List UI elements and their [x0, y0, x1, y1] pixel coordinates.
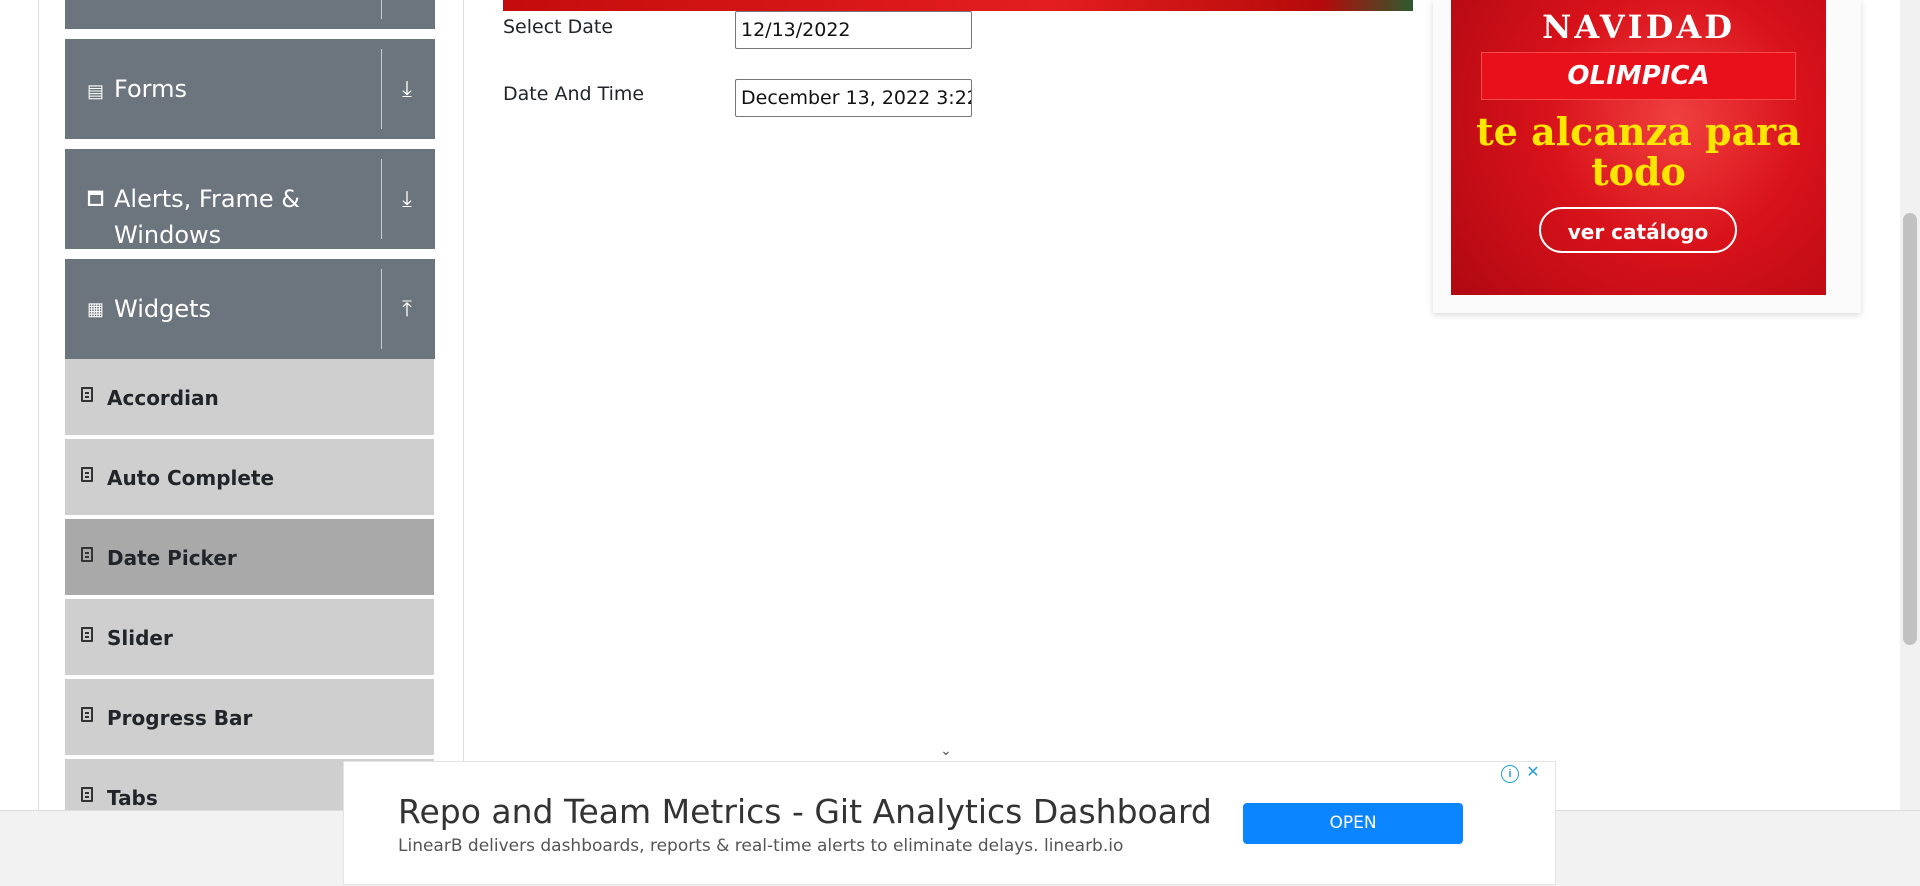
menu-item-date-picker[interactable]: Date Picker — [65, 519, 434, 597]
sidebar-group-forms[interactable]: ▤ Forms ⤓ — [65, 39, 435, 139]
bottom-ad[interactable]: Repo and Team Metrics - Git Analytics Da… — [343, 761, 1556, 885]
html5-icon — [81, 387, 93, 402]
window-icon: 🗖 — [87, 189, 105, 209]
group-label: Alerts, Frame & Windows — [114, 185, 301, 249]
info-icon[interactable]: i — [1501, 765, 1519, 783]
separator — [381, 0, 382, 19]
select-date-input[interactable]: 12/13/2022 — [735, 11, 972, 49]
date-time-input[interactable]: December 13, 2022 3:22 PM — [735, 79, 972, 117]
ad-headline: NAVIDAD — [1542, 8, 1735, 46]
html5-icon — [81, 547, 93, 562]
download-arrow-icon[interactable]: ⤓ — [389, 181, 425, 217]
group-label: Widgets — [114, 295, 212, 323]
menu-item-label: Progress Bar — [107, 706, 253, 730]
scrollbar-thumb[interactable] — [1903, 213, 1917, 645]
ad-open-button[interactable]: OPEN — [1243, 803, 1463, 844]
sidebar-group-alerts[interactable]: 🗖 Alerts, Frame & Windows ⤓ — [65, 149, 435, 249]
menu-item-progress-bar[interactable]: Progress Bar — [65, 679, 434, 757]
html5-icon — [81, 707, 93, 722]
download-arrow-icon[interactable]: ⤓ — [389, 71, 425, 107]
group-label: Forms — [114, 75, 187, 103]
menu-item-label: Slider — [107, 626, 173, 650]
menu-item-slider[interactable]: Slider — [65, 599, 434, 677]
html5-icon — [81, 787, 93, 802]
separator — [381, 49, 382, 129]
ad-brand: OLIMPICA — [1567, 61, 1710, 91]
menu-item-auto-complete[interactable]: Auto Complete — [65, 439, 434, 517]
menu-item-label: Accordian — [107, 386, 219, 410]
document-icon: ▤ — [87, 81, 105, 101]
side-ad-image[interactable]: NAVIDAD OLIMPICA te alcanza para todo ve… — [1451, 0, 1826, 295]
sidebar-group-elements[interactable] — [65, 0, 435, 29]
close-icon[interactable]: ✕ — [1525, 765, 1541, 781]
ad-tagline: te alcanza para todo — [1476, 109, 1801, 194]
menu-item-label: Auto Complete — [107, 466, 275, 490]
page-scrollbar[interactable] — [1900, 0, 1920, 810]
widgets-icon: ▦ — [87, 299, 105, 319]
bottom-ad-headline[interactable]: Repo and Team Metrics - Git Analytics Da… — [398, 792, 1212, 831]
ad-brand-bar: OLIMPICA — [1481, 52, 1796, 100]
top-banner-ad[interactable] — [503, 0, 1413, 11]
sidebar-group-widgets[interactable]: ▦ Widgets ⤒ — [65, 259, 435, 359]
chevron-down-icon[interactable]: ⌄ — [937, 742, 955, 758]
separator — [381, 159, 382, 239]
side-ad[interactable]: NAVIDAD OLIMPICA te alcanza para todo ve… — [1433, 0, 1861, 313]
bottom-ad-subtext: LinearB delivers dashboards, reports & r… — [398, 836, 1124, 856]
select-date-label: Select Date — [503, 16, 614, 38]
menu-item-accordian[interactable]: Accordian — [65, 359, 434, 437]
menu-item-label: Date Picker — [107, 546, 237, 570]
ad-catalog-button[interactable]: ver catálogo — [1539, 207, 1737, 253]
separator — [381, 269, 382, 349]
upload-arrow-icon[interactable]: ⤒ — [389, 291, 425, 327]
menu-item-label: Tabs — [107, 786, 158, 810]
date-time-label: Date And Time — [503, 83, 645, 105]
html5-icon — [81, 467, 93, 482]
html5-icon — [81, 627, 93, 642]
